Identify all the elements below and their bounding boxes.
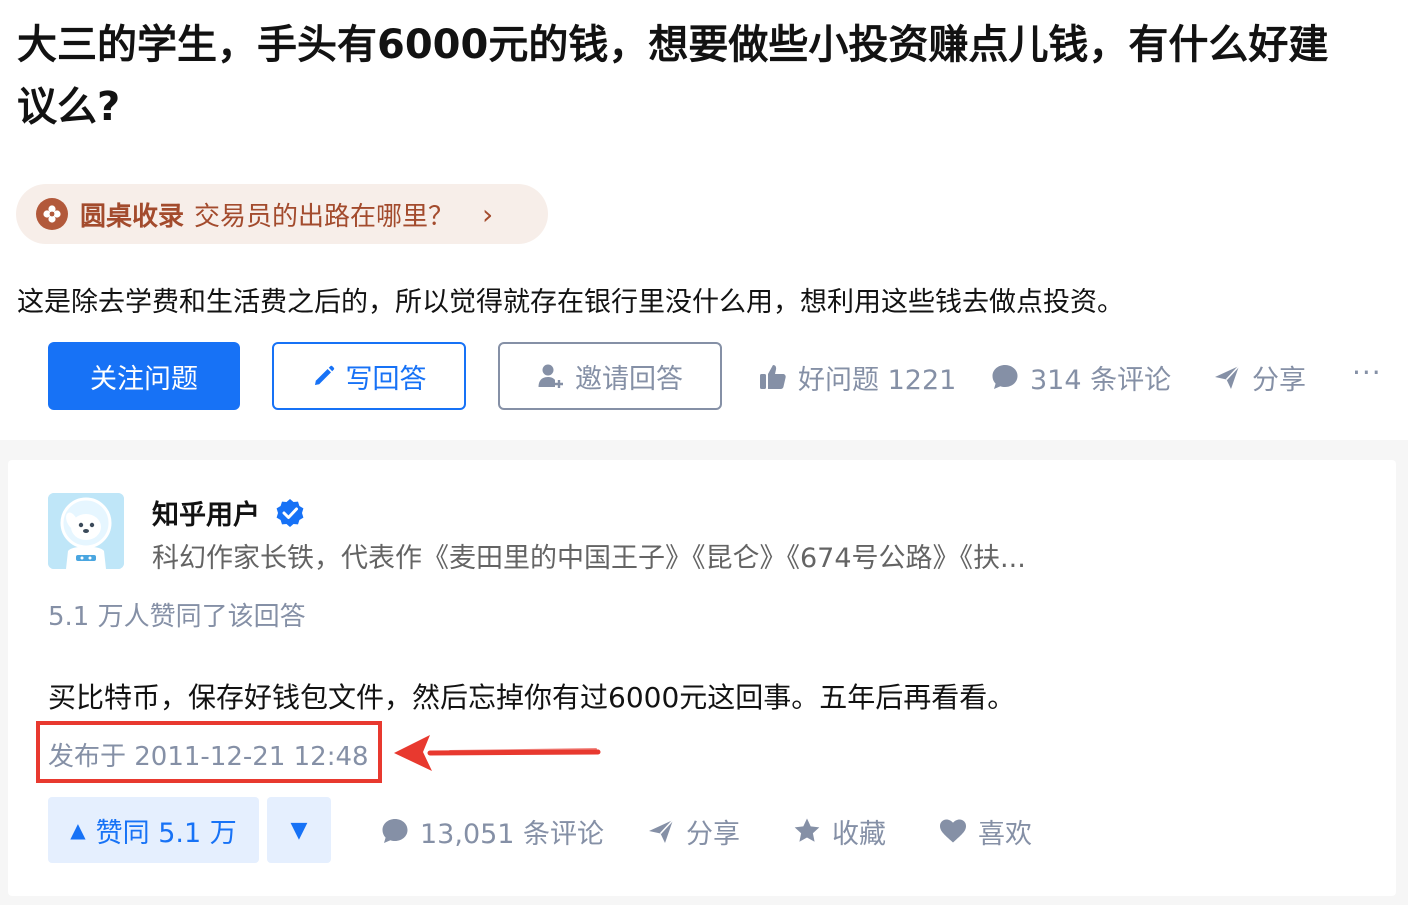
votes-summary: 5.1 万人赞同了该回答 [48,602,306,632]
heart-icon [940,819,966,843]
invite-answer-label: 邀请回答 [575,363,683,395]
invite-user-icon [538,364,563,388]
roundtable-name: 交易员的出路在哪里？ [194,201,455,232]
comment-icon [992,365,1018,389]
answer-share-button[interactable]: 分享 [646,810,740,852]
chevron-right-icon: › [482,197,494,231]
roundtable-link[interactable]: 圆桌收录 交易员的出路在哪里？ › [16,184,548,244]
answer-card: 知乎用户 科幻作家长铁，代表作《麦田里的中国王子》《昆仑》《674号公路》《扶.… [8,460,1396,896]
follow-question-button[interactable]: 关注问题 [48,342,240,410]
author-name[interactable]: 知乎用户 [152,493,306,532]
annotation-highlight-box [36,721,382,783]
follow-question-label: 关注问题 [90,363,198,395]
avatar[interactable] [48,493,124,569]
downvote-triangle-icon: ▼ [290,817,308,843]
question-detail: 这是除去学费和生活费之后的，所以觉得就存在银行里没什么用，想利用这些钱去做点投资… [17,287,1124,318]
question-comments-button[interactable]: 314 条评论 [990,356,1171,398]
answer-share-label: 分享 [686,818,740,850]
pencil-icon [314,365,334,385]
upvote-triangle-icon: ▲ [70,818,86,842]
paper-plane-icon [649,819,674,843]
write-answer-button[interactable]: 写回答 [272,342,466,410]
paper-plane-icon [1215,365,1240,389]
roundtable-icon [36,198,68,230]
upvote-button[interactable]: ▲ 赞同 5.1 万 [48,797,259,863]
author-name-text: 知乎用户 [152,500,260,531]
like-label: 喜欢 [978,818,1032,850]
collect-button[interactable]: 收藏 [792,810,886,852]
author-headline: 科幻作家长铁，代表作《麦田里的中国王子》《昆仑》《674号公路》《扶... [152,543,1026,574]
question-share-button[interactable]: 分享 [1212,356,1306,398]
thumbs-up-icon [760,365,786,389]
write-answer-label: 写回答 [345,363,427,395]
answer-comments-button[interactable]: 13,051 条评论 [380,810,604,852]
question-share-label: 分享 [1252,364,1306,396]
downvote-button[interactable]: ▼ [267,797,331,863]
upvote-label: 赞同 5.1 万 [95,817,237,849]
roundtable-kind: 圆桌收录 [80,201,185,232]
question-title[interactable]: 大三的学生，手头有6000元的钱，想要做些小投资赚点儿钱，有什么好建议么? [17,14,1357,138]
verified-badge-icon [276,498,304,527]
good-question-label: 好问题 1221 [798,364,957,396]
answer-content: 买比特币，保存好钱包文件，然后忘掉你有过6000元这回事。五年后再看看。 [48,681,1016,714]
invite-answer-button[interactable]: 邀请回答 [498,342,722,410]
question-comments-label: 314 条评论 [1030,364,1172,396]
comment-icon [382,819,408,843]
good-question-button[interactable]: 好问题 1221 [758,356,956,398]
more-options-icon[interactable]: ··· [1352,356,1382,389]
answer-comments-label: 13,051 条评论 [420,818,605,850]
star-icon [794,818,820,842]
collect-label: 收藏 [832,818,886,850]
like-button[interactable]: 喜欢 [938,810,1032,852]
annotation-arrow [394,735,601,771]
question-header: 大三的学生，手头有6000元的钱，想要做些小投资赚点儿钱，有什么好建议么? 圆桌… [0,0,1408,440]
